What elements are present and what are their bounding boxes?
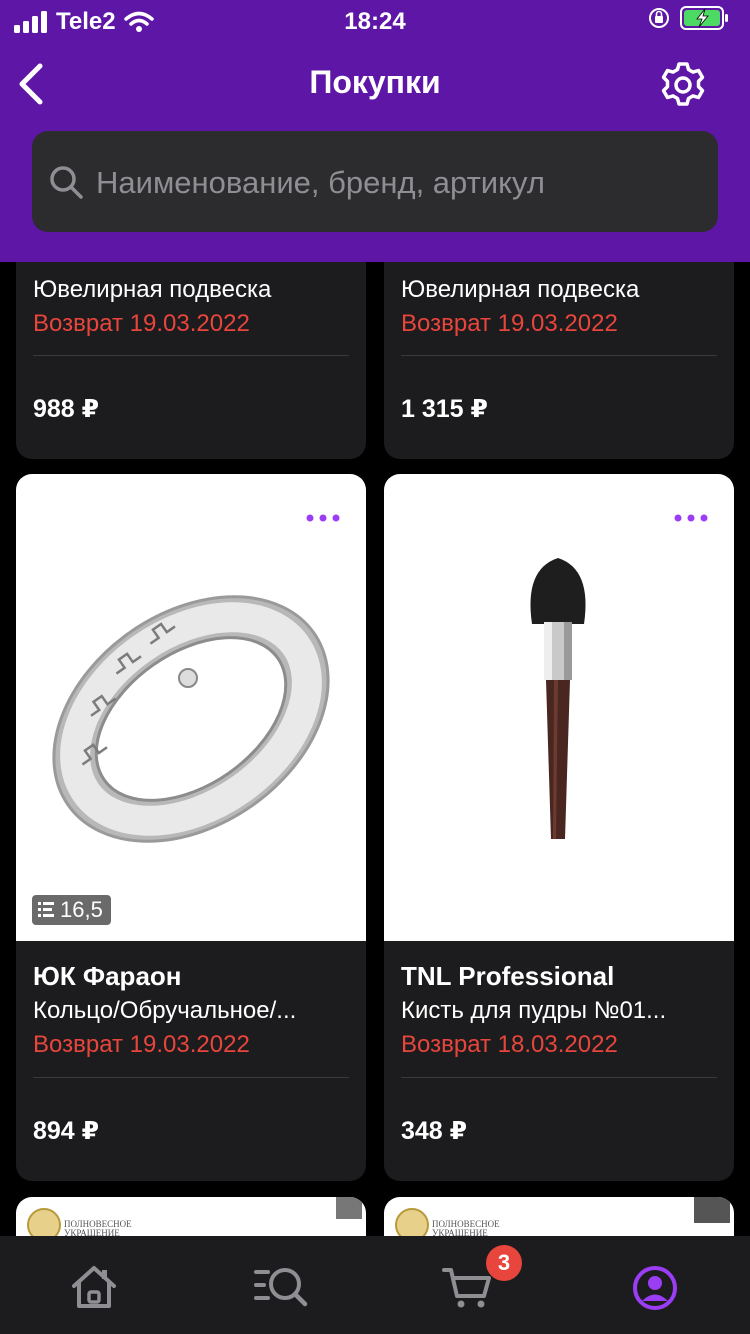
product-image-area: 16,5	[16, 474, 366, 941]
return-date: Возврат 19.03.2022	[401, 310, 618, 337]
product-info: TNL Professional Кисть для пудры №01... …	[401, 958, 717, 1062]
divider	[33, 355, 349, 356]
battery-icon	[680, 6, 728, 30]
status-bar: Tele2 18:24	[0, 0, 750, 44]
search-bar[interactable]	[32, 131, 718, 234]
size-list-icon	[38, 902, 54, 917]
settings-button[interactable]	[658, 60, 708, 110]
tab-home[interactable]	[0, 1236, 187, 1334]
page-title: Покупки	[309, 64, 441, 100]
divider	[33, 1077, 349, 1078]
home-icon	[71, 1266, 116, 1308]
product-price: 1 315 ₽	[401, 395, 488, 423]
more-dots-icon	[306, 514, 340, 522]
ring-image	[52, 595, 330, 843]
product-name: Ювелирная подвеска	[33, 276, 272, 303]
product-info: Ювелирная подвеска Возврат 19.03.2022	[401, 273, 717, 341]
size-value: 16,5	[60, 897, 103, 922]
product-info: Ювелирная подвеска Возврат 19.03.2022	[33, 273, 349, 341]
more-options-button[interactable]	[304, 498, 344, 538]
header: Tele2 18:24 Покупки	[0, 0, 750, 262]
size-badge: 16,5	[32, 895, 111, 925]
product-name: Кольцо/Обручальное/...	[33, 997, 297, 1024]
product-card[interactable]: 16,5 ЮК Фараон Кольцо/Обручальное/... Во…	[16, 474, 366, 1181]
search-input[interactable]	[94, 131, 698, 234]
profile-icon	[632, 1266, 677, 1310]
product-name: Ювелирная подвеска	[401, 276, 640, 303]
product-image-area	[384, 474, 734, 941]
product-name: Кисть для пудры №01...	[401, 997, 667, 1024]
search-icon	[50, 166, 83, 199]
gear-icon	[661, 62, 705, 106]
catalog-search-icon	[253, 1268, 307, 1307]
cart-badge: 3	[486, 1245, 522, 1281]
return-date: Возврат 19.03.2022	[33, 310, 250, 337]
product-info: ЮК Фараон Кольцо/Обручальное/... Возврат…	[33, 958, 349, 1062]
tab-cart[interactable]	[374, 1236, 561, 1334]
tab-profile[interactable]	[561, 1236, 748, 1334]
divider	[401, 1077, 717, 1078]
tab-catalog[interactable]	[187, 1236, 374, 1334]
product-price: 894 ₽	[33, 1117, 100, 1145]
cart-icon	[441, 1268, 491, 1308]
product-price: 988 ₽	[33, 395, 100, 423]
rotation-lock-icon	[649, 8, 669, 28]
more-dots-icon	[674, 514, 708, 522]
divider	[401, 355, 717, 356]
product-brand: ЮК Фараон	[33, 961, 182, 991]
product-price: 348 ₽	[401, 1117, 468, 1145]
return-date: Возврат 19.03.2022	[33, 1031, 250, 1058]
product-brand: TNL Professional	[401, 961, 615, 991]
powder-brush-image	[530, 558, 586, 839]
product-card[interactable]: TNL Professional Кисть для пудры №01... …	[384, 474, 734, 1181]
tab-bar	[0, 1236, 750, 1334]
status-right	[648, 6, 730, 30]
clock: 18:24	[344, 8, 406, 35]
more-options-button[interactable]	[672, 498, 712, 538]
return-date: Возврат 18.03.2022	[401, 1031, 618, 1058]
